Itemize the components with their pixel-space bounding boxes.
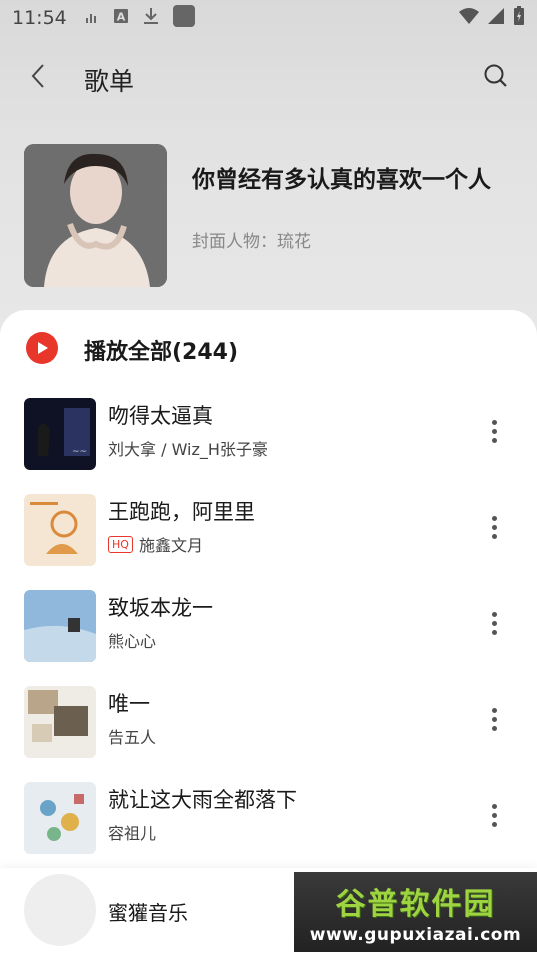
status-bar: 11:54 A (0, 0, 537, 36)
mini-player-cover (24, 874, 96, 946)
song-title: 唯一 (108, 692, 150, 716)
song-artist: 容祖儿 (108, 824, 157, 843)
song-row[interactable]: ~~ 吻得太逼真 刘大拿 / Wiz_H张子豪 (0, 390, 537, 472)
playlist-title: 你曾经有多认真的喜欢一个人 (192, 167, 491, 193)
song-artist: 熊心心 (108, 632, 157, 651)
song-artist: 告五人 (108, 728, 157, 747)
search-icon (483, 63, 509, 93)
song-album-art (24, 782, 96, 854)
song-row[interactable]: 王跑跑，阿里里 HQ 施鑫文月 (0, 486, 537, 568)
song-list-sheet: 播放全部(244) ~~ 吻得太逼真 刘大拿 / Wiz_H张子豪 王跑跑，阿里… (0, 310, 537, 956)
watermark-url: www.gupuxiazai.com (309, 925, 522, 945)
page-title: 歌单 (84, 67, 135, 96)
hq-badge: HQ (108, 535, 133, 553)
song-album-art: ~~ (24, 398, 96, 470)
mini-player-label: 蜜獾音乐 (108, 901, 188, 925)
song-row[interactable]: 唯一 告五人 (0, 678, 537, 760)
more-options-button[interactable] (482, 416, 506, 446)
toolbar: 歌单 (0, 52, 537, 106)
more-options-button[interactable] (482, 512, 506, 542)
playlist-cover-image[interactable] (24, 144, 167, 287)
svg-text:A: A (117, 11, 126, 24)
wifi-icon (459, 8, 479, 28)
watermark-logo: 谷普软件园 (335, 887, 496, 922)
song-row[interactable]: 就让这大雨全都落下 容祖儿 (0, 774, 537, 856)
cellular-icon (487, 7, 505, 29)
download-icon (143, 7, 159, 29)
song-artist: 刘大拿 / Wiz_H张子豪 (108, 440, 268, 459)
song-artist: 施鑫文月 (138, 536, 203, 555)
more-options-button[interactable] (482, 800, 506, 830)
song-album-art (24, 494, 96, 566)
song-row[interactable]: 致坂本龙一 熊心心 (0, 582, 537, 664)
signal-bars-icon (85, 9, 99, 28)
song-title: 致坂本龙一 (108, 596, 213, 620)
more-options-button[interactable] (482, 608, 506, 638)
back-chevron-icon (30, 63, 46, 93)
text-a-icon: A (113, 8, 129, 28)
play-all-label: 播放全部(244) (84, 340, 239, 365)
cover-credit: 封面人物：琉花 (192, 232, 311, 252)
song-title: 就让这大雨全都落下 (108, 788, 297, 812)
more-options-button[interactable] (482, 704, 506, 734)
play-all-button[interactable]: 播放全部(244) (0, 328, 537, 368)
song-title: 吻得太逼真 (108, 404, 213, 428)
svg-text:~~: ~~ (72, 447, 87, 457)
watermark: 谷普软件园 www.gupuxiazai.com (294, 872, 537, 952)
status-time: 11:54 (12, 7, 67, 29)
song-album-art (24, 686, 96, 758)
song-title: 王跑跑，阿里里 (108, 500, 255, 524)
battery-charging-icon (513, 6, 525, 30)
back-button[interactable] (22, 62, 54, 94)
play-circle-icon (26, 332, 58, 364)
search-button[interactable] (480, 62, 512, 94)
app-square-icon (172, 5, 195, 31)
song-album-art (24, 590, 96, 662)
